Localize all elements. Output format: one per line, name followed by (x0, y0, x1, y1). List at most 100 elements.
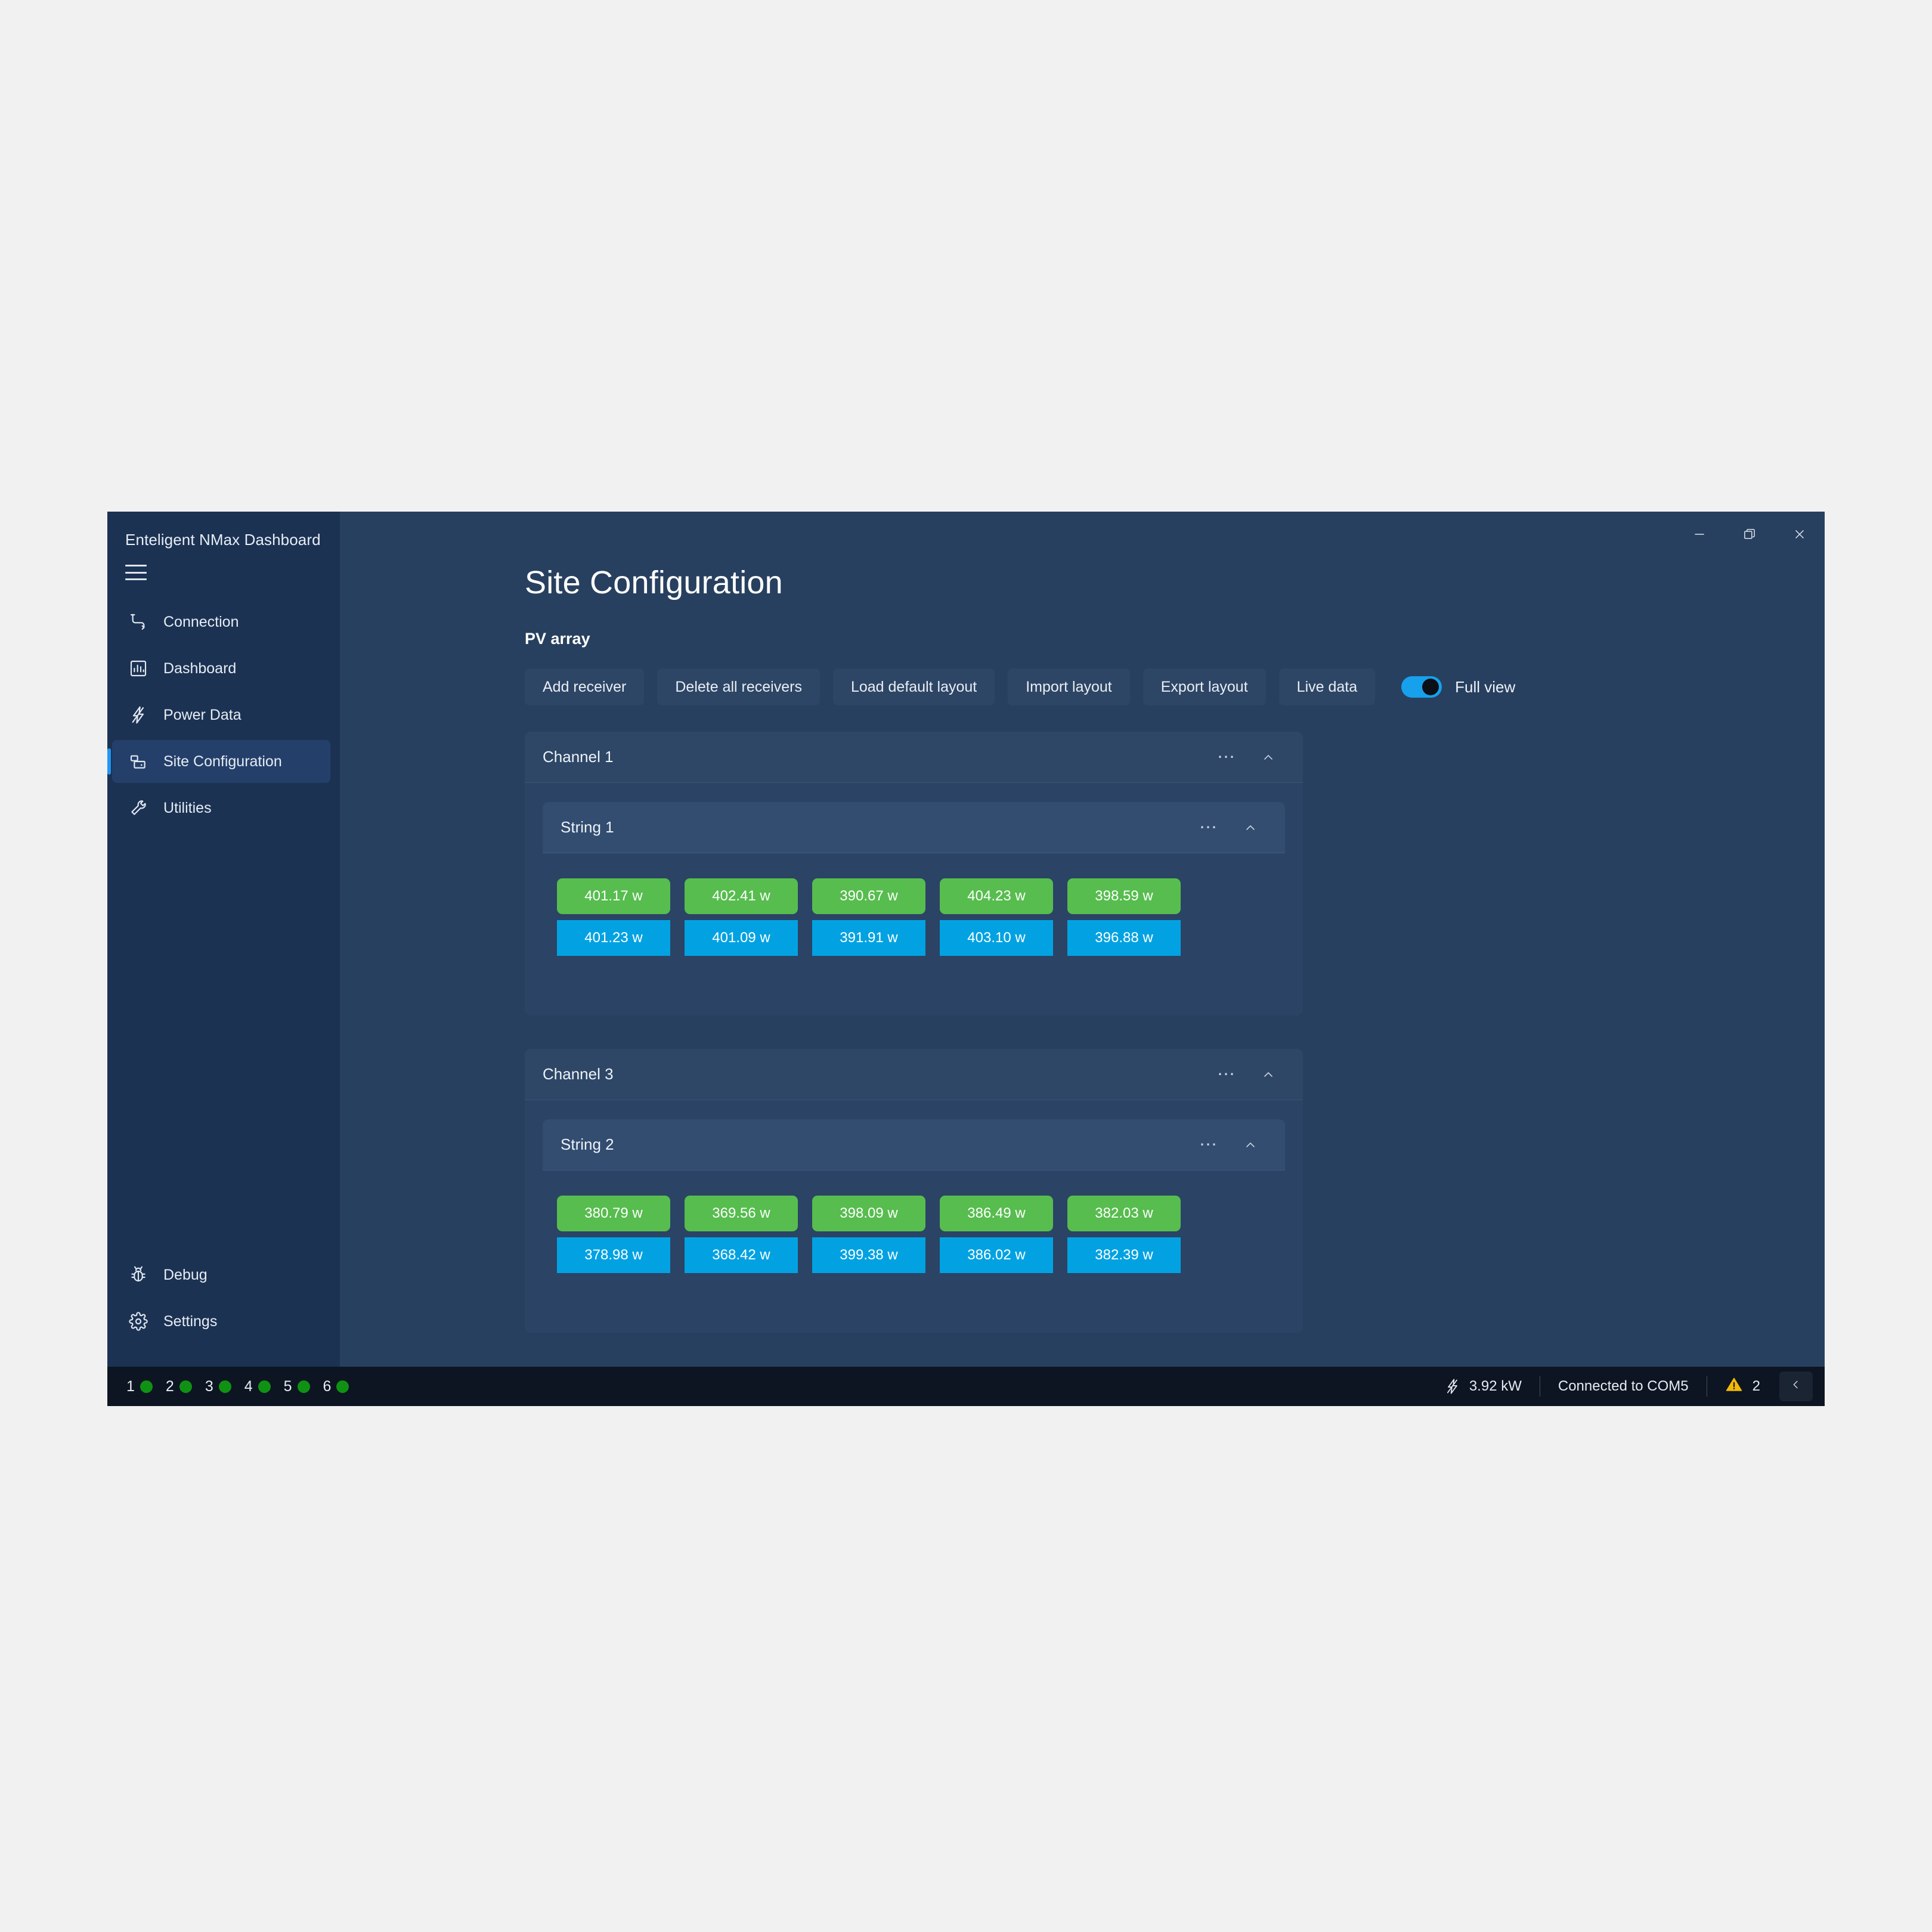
receiver-tile[interactable]: 401.09 w (685, 920, 798, 956)
channel-collapse-button[interactable] (1253, 1059, 1284, 1090)
string-card: String 2 ⋯ 380.79 w 369.56 w 398.09 w 38… (543, 1119, 1285, 1309)
minimize-icon (1692, 527, 1707, 542)
channel-header-actions: ⋯ (1211, 1059, 1303, 1090)
receiver-tile[interactable]: 401.17 w (557, 878, 670, 914)
hamburger-icon (125, 565, 147, 580)
channel-led: 2 (166, 1378, 192, 1395)
live-data-button[interactable]: Live data (1278, 668, 1376, 705)
string-header[interactable]: String 1 ⋯ (543, 802, 1285, 853)
sidebar-bottom-nav: Debug Settings (107, 1253, 340, 1367)
channel-body: String 2 ⋯ 380.79 w 369.56 w 398.09 w 38… (525, 1100, 1303, 1333)
minimize-button[interactable] (1674, 512, 1724, 557)
chevron-up-icon (1243, 1138, 1258, 1152)
sidebar-item-dashboard[interactable]: Dashboard (112, 647, 330, 690)
channel-header[interactable]: Channel 3 ⋯ (525, 1049, 1303, 1100)
led-indicator-icon (179, 1380, 192, 1393)
full-view-toggle[interactable] (1401, 676, 1442, 698)
receiver-tile[interactable]: 391.91 w (812, 920, 925, 956)
sidebar-item-debug[interactable]: Debug (112, 1253, 330, 1296)
led-number: 4 (244, 1377, 253, 1395)
led-indicator-icon (218, 1380, 231, 1393)
warning-status[interactable]: 2 (1707, 1376, 1773, 1398)
receiver-tile[interactable]: 403.10 w (940, 920, 1053, 956)
status-collapse-button[interactable] (1779, 1371, 1813, 1401)
receiver-tile[interactable]: 382.03 w (1067, 1196, 1181, 1231)
channel-header[interactable]: Channel 1 ⋯ (525, 732, 1303, 783)
receiver-tile[interactable]: 402.41 w (685, 878, 798, 914)
string-header-actions: ⋯ (1193, 812, 1285, 843)
string-card: String 1 ⋯ 401.17 w 402.41 w 390.67 w 40… (543, 802, 1285, 992)
string-collapse-button[interactable] (1235, 812, 1266, 843)
channel-led: 4 (244, 1378, 271, 1395)
sidebar-item-power-data[interactable]: Power Data (112, 693, 330, 736)
gear-icon (126, 1309, 150, 1333)
receiver-tile[interactable]: 386.49 w (940, 1196, 1053, 1231)
receiver-tile[interactable]: 401.23 w (557, 920, 670, 956)
receiver-tile[interactable]: 399.38 w (812, 1237, 925, 1273)
receiver-tile[interactable]: 390.67 w (812, 878, 925, 914)
receiver-tile[interactable]: 380.79 w (557, 1196, 670, 1231)
sidebar-item-label: Site Configuration (163, 753, 282, 770)
sidebar-item-settings[interactable]: Settings (112, 1300, 330, 1343)
main-content-area: Site Configuration PV array Add receiver… (340, 512, 1825, 1367)
receiver-tile[interactable]: 396.88 w (1067, 920, 1181, 956)
led-number: 6 (323, 1377, 332, 1395)
wrench-icon (126, 796, 150, 820)
export-layout-button[interactable]: Export layout (1143, 668, 1266, 705)
delete-all-receivers-button[interactable]: Delete all receivers (657, 668, 820, 705)
receiver-tile[interactable]: 382.39 w (1067, 1237, 1181, 1273)
channel-title: Channel 1 (543, 748, 614, 766)
power-value: 3.92 kW (1469, 1378, 1522, 1394)
plug-connection-icon (126, 610, 150, 634)
channel-led: 5 (284, 1378, 310, 1395)
lightning-bolt-icon (126, 703, 150, 727)
sidebar-item-connection[interactable]: Connection (112, 600, 330, 643)
led-number: 2 (165, 1377, 174, 1395)
import-layout-button[interactable]: Import layout (1008, 668, 1130, 705)
sidebar-item-site-configuration[interactable]: Site Configuration (107, 740, 330, 783)
window-body: Enteligent NMax Dashboard Connection Das… (107, 512, 1825, 1367)
receiver-tile[interactable]: 386.02 w (940, 1237, 1053, 1273)
restore-button[interactable] (1724, 512, 1775, 557)
status-right-group: 3.92 kW Connected to COM5 2 (1426, 1371, 1813, 1401)
channel-more-button[interactable]: ⋯ (1211, 742, 1242, 773)
channel-led: 6 (323, 1378, 349, 1395)
receiver-tile[interactable]: 368.42 w (685, 1237, 798, 1273)
receiver-row: 401.23 w 401.09 w 391.91 w 403.10 w 396.… (557, 920, 1271, 956)
channel-card: Channel 1 ⋯ String 1 ⋯ 401.17 w 402.41 w… (525, 732, 1303, 1015)
receiver-tile[interactable]: 398.59 w (1067, 878, 1181, 914)
string-header[interactable]: String 2 ⋯ (543, 1119, 1285, 1171)
channel-led: 1 (126, 1378, 153, 1395)
led-indicator-icon (258, 1380, 271, 1393)
load-default-layout-button[interactable]: Load default layout (832, 668, 995, 705)
receiver-row: 380.79 w 369.56 w 398.09 w 386.49 w 382.… (557, 1196, 1271, 1231)
string-more-button[interactable]: ⋯ (1193, 812, 1224, 843)
pv-array-toolbar: Add receiver Delete all receivers Load d… (525, 668, 1825, 705)
close-button[interactable] (1775, 512, 1825, 557)
sidebar-item-utilities[interactable]: Utilities (112, 787, 330, 829)
sidebar-item-label: Utilities (163, 799, 212, 816)
content-scroll-region[interactable]: Site Configuration PV array Add receiver… (340, 512, 1825, 1367)
led-number: 5 (283, 1377, 292, 1395)
add-receiver-button[interactable]: Add receiver (525, 668, 645, 705)
string-collapse-button[interactable] (1235, 1129, 1266, 1160)
sidebar-toggle-button[interactable] (107, 549, 154, 586)
receiver-tile[interactable]: 404.23 w (940, 878, 1053, 914)
channel-more-button[interactable]: ⋯ (1211, 1059, 1242, 1090)
ellipsis-icon: ⋯ (1217, 747, 1236, 767)
receiver-tile[interactable]: 378.98 w (557, 1237, 670, 1273)
receiver-tile[interactable]: 369.56 w (685, 1196, 798, 1231)
chevron-up-icon (1261, 1067, 1275, 1082)
channel-collapse-button[interactable] (1253, 742, 1284, 773)
channel-header-actions: ⋯ (1211, 742, 1303, 773)
power-status: 3.92 kW (1426, 1378, 1540, 1395)
receiver-tile[interactable]: 398.09 w (812, 1196, 925, 1231)
receiver-row: 401.17 w 402.41 w 390.67 w 404.23 w 398.… (557, 878, 1271, 914)
string-more-button[interactable]: ⋯ (1193, 1129, 1224, 1160)
sidebar: Enteligent NMax Dashboard Connection Das… (107, 512, 340, 1367)
sidebar-item-label: Connection (163, 613, 239, 630)
channel-led-group: 1 2 3 4 5 6 (126, 1378, 349, 1395)
string-header-actions: ⋯ (1193, 1129, 1285, 1160)
led-number: 1 (126, 1377, 135, 1395)
